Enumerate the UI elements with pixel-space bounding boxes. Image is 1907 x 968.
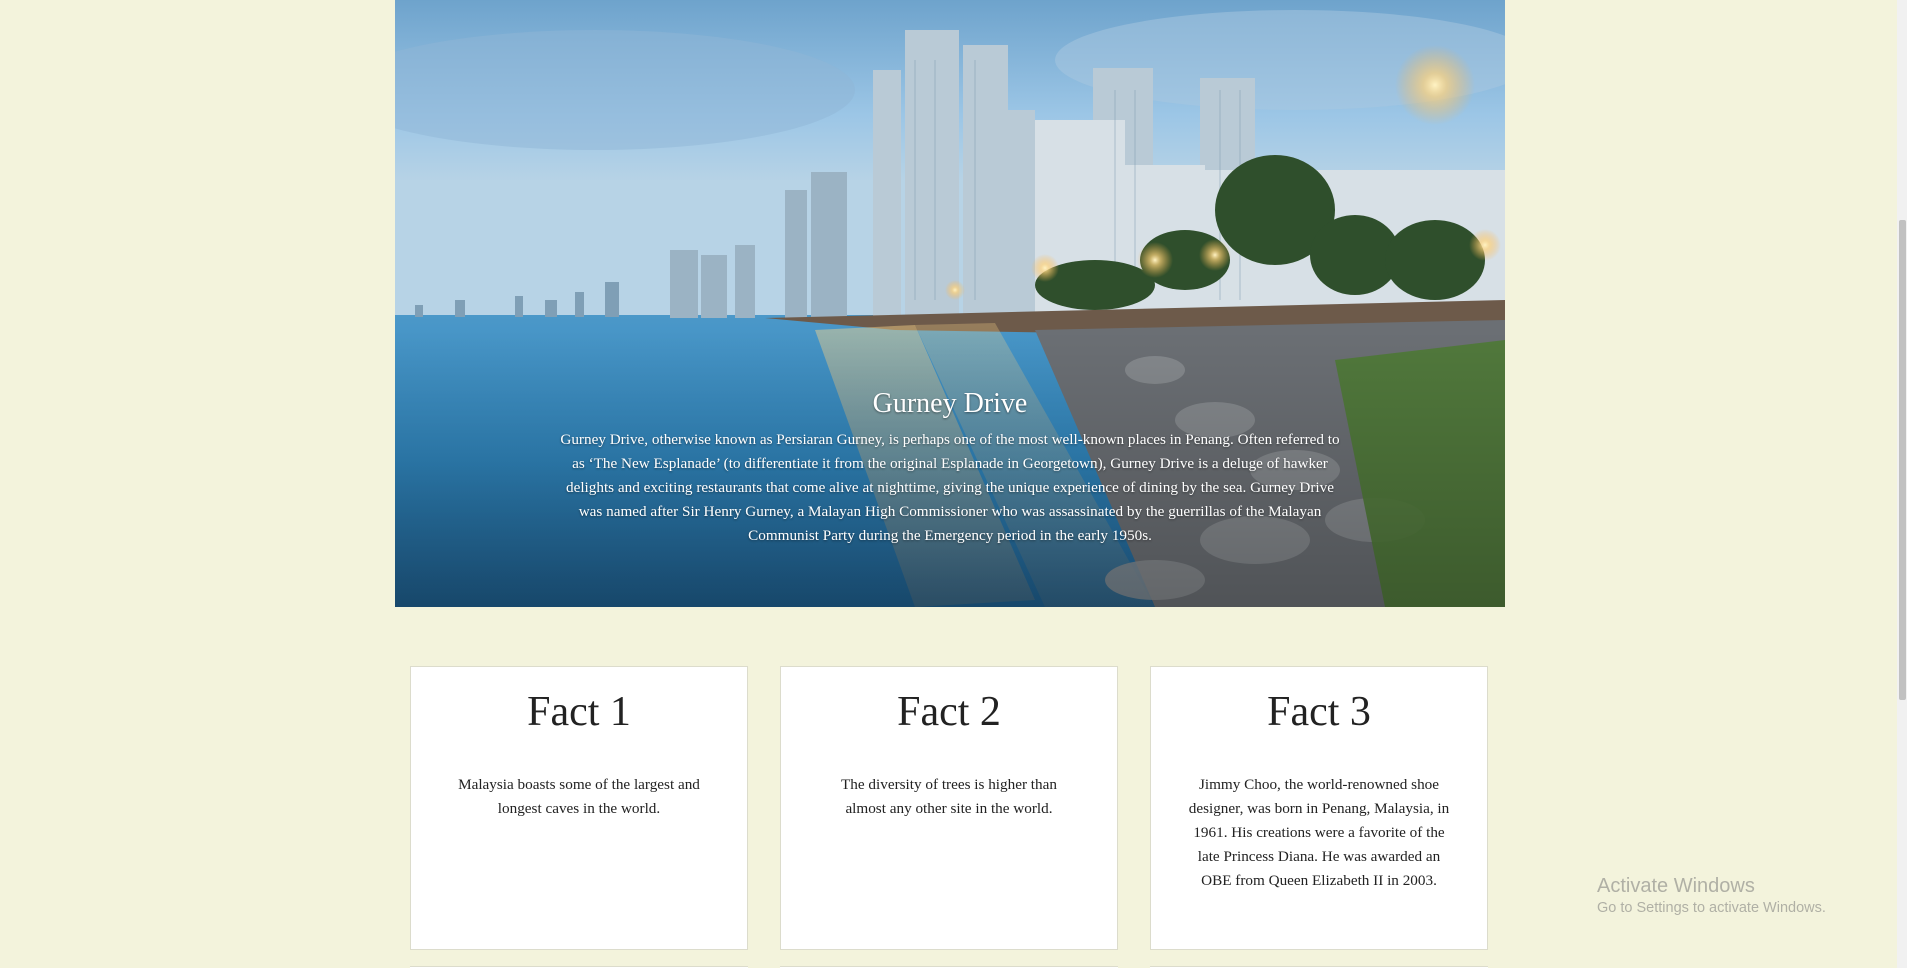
watermark-subtitle: Go to Settings to activate Windows. — [1597, 900, 1826, 916]
scrollbar-thumb[interactable] — [1899, 220, 1906, 700]
fact-card-title: Fact 1 — [527, 689, 631, 735]
fact-card-2: Fact 2 The diversity of trees is higher … — [780, 666, 1118, 950]
fact-card-3: Fact 3 Jimmy Choo, the world-renowned sh… — [1150, 666, 1488, 950]
fact-card-title: Fact 3 — [1267, 689, 1371, 735]
windows-activation-watermark: Activate Windows Go to Settings to activ… — [1597, 874, 1826, 918]
watermark-title: Activate Windows — [1597, 875, 1755, 897]
hero-description: Gurney Drive, otherwise known as Persiar… — [560, 431, 1340, 544]
vertical-scrollbar[interactable] — [1897, 0, 1907, 968]
hero-title: Gurney Drive — [872, 388, 1028, 419]
page: Gurney Drive Gurney Drive, otherwise kno… — [0, 0, 1907, 968]
fact-card-1: Fact 1 Malaysia boasts some of the large… — [410, 666, 748, 950]
fact-card-text: Jimmy Choo, the world-renowned shoe desi… — [1188, 776, 1450, 889]
fact-card-text: The diversity of trees is higher than al… — [841, 776, 1057, 817]
hero-banner: Gurney Drive Gurney Drive, otherwise kno… — [395, 0, 1505, 607]
fact-card-text: Malaysia boasts some of the largest and … — [458, 776, 700, 817]
hero-caption: Gurney Drive Gurney Drive, otherwise kno… — [555, 386, 1345, 548]
fact-card-title: Fact 2 — [897, 689, 1001, 735]
